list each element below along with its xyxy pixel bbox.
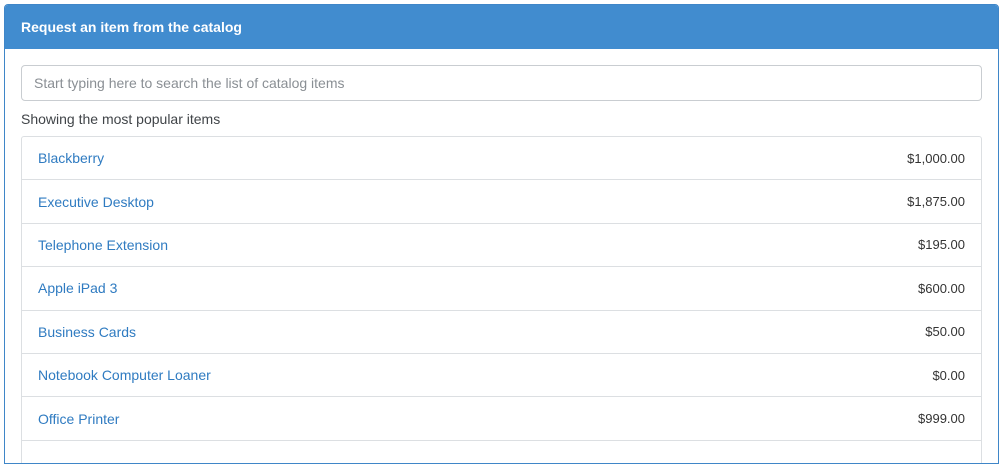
- list-subtitle: Showing the most popular items: [21, 111, 221, 127]
- catalog-item-link[interactable]: Office Printer: [38, 411, 119, 427]
- catalog-item-row[interactable]: Business Cards $50.00: [22, 311, 981, 354]
- panel-title: Request an item from the catalog: [21, 19, 242, 35]
- catalog-item-link[interactable]: Telephone Extension: [38, 237, 168, 253]
- catalog-item-price: $195.00: [918, 237, 965, 253]
- panel-header: Request an item from the catalog: [5, 5, 998, 49]
- catalog-search-input[interactable]: [21, 65, 982, 101]
- catalog-item-row[interactable]: Telephone Extension $195.00: [22, 224, 981, 268]
- panel-body: Showing the most popular items Blackberr…: [5, 49, 998, 463]
- catalog-item-row[interactable]: Blackberry $1,000.00: [22, 137, 981, 181]
- catalog-item-list: Blackberry $1,000.00 Executive Desktop $…: [21, 136, 982, 463]
- catalog-item-link[interactable]: Notebook Computer Loaner: [38, 367, 211, 383]
- catalog-item-link[interactable]: Executive Desktop: [38, 194, 154, 210]
- catalog-item-link[interactable]: Apple iPad 3: [38, 280, 117, 296]
- catalog-item-price: $50.00: [925, 324, 965, 340]
- catalog-item-row[interactable]: Executive Desktop $1,875.00: [22, 180, 981, 224]
- catalog-item-link[interactable]: Business Cards: [38, 324, 136, 340]
- catalog-item-price: $1,875.00: [907, 194, 965, 210]
- catalog-item-row[interactable]: [22, 441, 981, 463]
- catalog-item-row[interactable]: Office Printer $999.00: [22, 397, 981, 441]
- catalog-item-price: $999.00: [918, 411, 965, 427]
- catalog-item-price: $1,000.00: [907, 150, 965, 166]
- catalog-item-link[interactable]: Blackberry: [38, 150, 104, 166]
- catalog-item-row[interactable]: Apple iPad 3 $600.00: [22, 267, 981, 311]
- catalog-item-price: $600.00: [918, 280, 965, 296]
- catalog-panel: Request an item from the catalog Showing…: [4, 4, 999, 464]
- catalog-item-row[interactable]: Notebook Computer Loaner $0.00: [22, 354, 981, 398]
- catalog-item-price: $0.00: [932, 367, 965, 383]
